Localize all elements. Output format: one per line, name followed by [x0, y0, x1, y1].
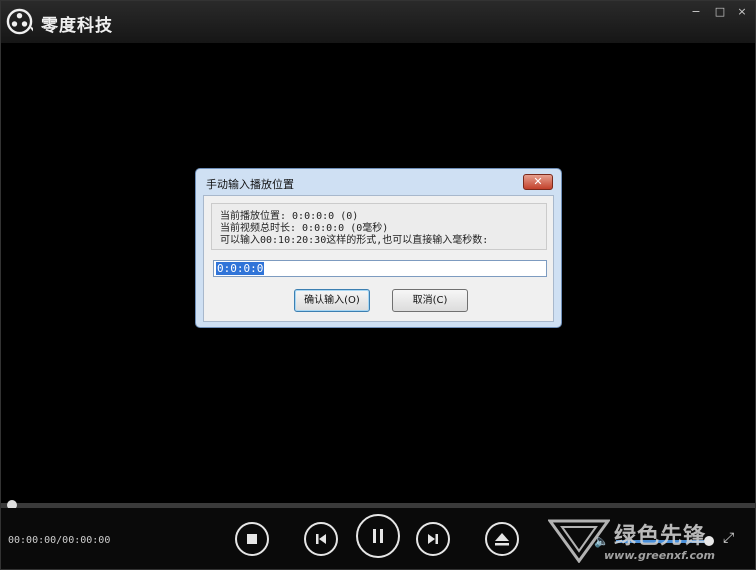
film-reel-icon [6, 8, 33, 35]
dialog-close-button[interactable]: ✕ [523, 174, 553, 190]
previous-button[interactable] [304, 522, 338, 556]
player-window: 零度科技 − □ × 手动输入播放位置 ✕ 当前播放位置: 0:0:0:0 (0… [0, 0, 756, 570]
dialog-title: 手动输入播放位置 [206, 178, 294, 191]
cancel-button[interactable]: 取消(C) [392, 289, 468, 312]
next-icon [428, 534, 438, 544]
app-title: 零度科技 [41, 16, 113, 36]
minimize-button[interactable]: − [688, 5, 704, 19]
dialog-body: 当前播放位置: 0:0:0:0 (0) 当前视频总时长: 0:0:0:0 (0毫… [203, 195, 554, 322]
pause-icon [373, 529, 383, 543]
maximize-button[interactable]: □ [712, 5, 728, 19]
eject-button[interactable] [485, 522, 519, 556]
position-input[interactable]: 0:0:0:0 [213, 260, 547, 277]
time-display: 00:00:00/00:00:00 [8, 535, 111, 546]
stop-button[interactable] [235, 522, 269, 556]
seek-dialog: 手动输入播放位置 ✕ 当前播放位置: 0:0:0:0 (0) 当前视频总时长: … [195, 168, 562, 328]
input-hint-text: 可以输入00:10:20:30这样的形式,也可以直接输入毫秒数: [220, 235, 489, 246]
confirm-button[interactable]: 确认输入(O) [294, 289, 370, 312]
volume-icon[interactable]: 🔈 [594, 534, 609, 548]
next-button[interactable] [416, 522, 450, 556]
control-bar: 00:00:00/00:00:00 🔈 ⤢ [1, 508, 755, 569]
volume-knob[interactable] [704, 536, 714, 546]
info-group: 当前播放位置: 0:0:0:0 (0) 当前视频总时长: 0:0:0:0 (0毫… [211, 203, 547, 250]
previous-icon [316, 534, 326, 544]
eject-icon [495, 533, 509, 546]
position-input-value: 0:0:0:0 [216, 262, 265, 275]
pause-button[interactable] [356, 514, 400, 558]
volume-slider[interactable] [616, 540, 706, 543]
stop-icon [247, 534, 257, 544]
fullscreen-icon[interactable]: ⤢ [723, 530, 734, 546]
close-button[interactable]: × [734, 5, 750, 19]
title-bar[interactable]: 零度科技 − □ × [1, 1, 755, 43]
